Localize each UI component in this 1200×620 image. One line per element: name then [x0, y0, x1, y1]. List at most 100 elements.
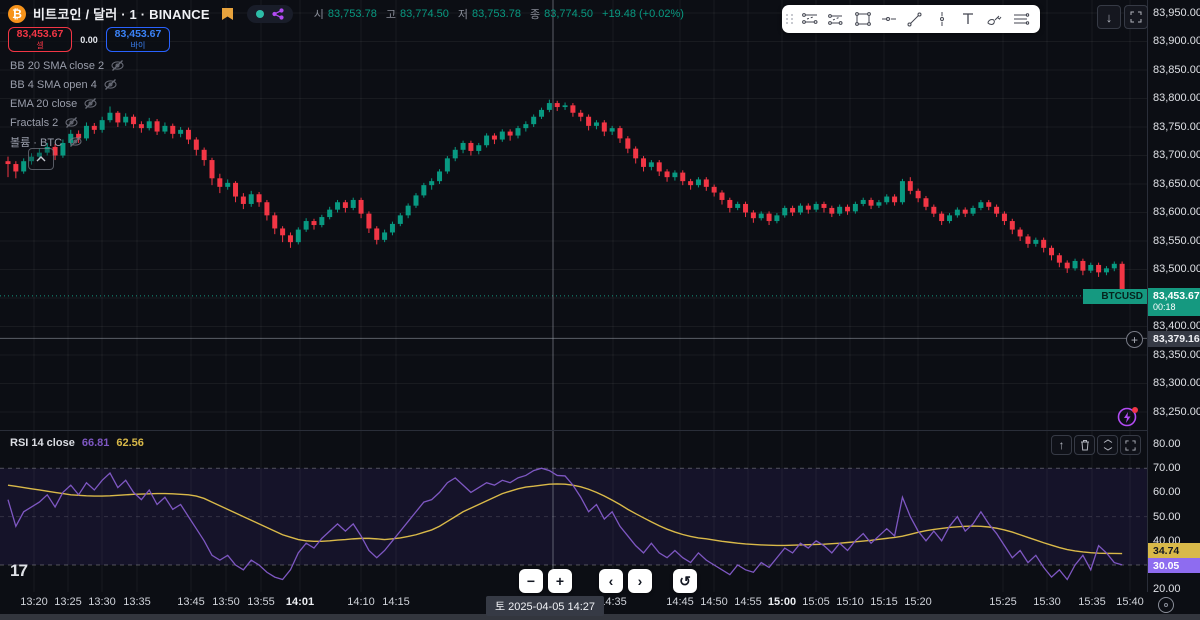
- time-axis-label: 15:40: [1116, 596, 1144, 608]
- add-alert-plus-icon[interactable]: +: [1126, 331, 1143, 348]
- main-candlestick-chart[interactable]: [0, 0, 1147, 430]
- time-axis-label: 14:45: [666, 596, 694, 608]
- maximize-icon: [1125, 440, 1136, 451]
- eye-hidden-icon[interactable]: [64, 116, 79, 129]
- symbol-header: ₿ 비트코인 / 달러 · 1 · BINANCE 시 83,753.78 고 …: [8, 4, 684, 23]
- rsi-legend[interactable]: RSI 14 close 66.81 62.56: [10, 437, 144, 449]
- download-icon: ↓: [1106, 10, 1113, 25]
- rsi-axis-label: 60.00: [1148, 486, 1200, 498]
- pane-delete-button[interactable]: [1074, 435, 1095, 455]
- buy-button[interactable]: 83,453.67 바이: [106, 27, 170, 52]
- trading-chart-window: ₿ 비트코인 / 달러 · 1 · BINANCE 시 83,753.78 고 …: [0, 0, 1200, 620]
- time-axis-label: 15:10: [836, 596, 864, 608]
- time-axis-label: 14:50: [700, 596, 728, 608]
- price-axis-label: 83,550.00: [1148, 235, 1200, 247]
- tradingview-logo[interactable]: 17: [10, 561, 27, 581]
- close-label: 종: [530, 6, 540, 22]
- price-axis[interactable]: 83,453.67 00:18 83,379.16 34.74 30.05 83…: [1148, 0, 1200, 592]
- sell-price: 83,453.67: [17, 29, 64, 40]
- high-value: 83,774.50: [400, 8, 449, 20]
- indicator-label: BB 4 SMA open 4: [10, 79, 97, 91]
- toolbar-drag-handle[interactable]: [786, 14, 794, 24]
- open-label: 시: [314, 6, 324, 22]
- crosshair-price-tag: 83,379.16: [1148, 331, 1200, 347]
- forecast-tool-icon[interactable]: [823, 7, 849, 31]
- pane-maximize-button[interactable]: [1120, 435, 1141, 455]
- eye-hidden-icon[interactable]: [68, 135, 83, 148]
- rectangle-tool-icon[interactable]: [850, 7, 876, 31]
- eye-hidden-icon[interactable]: [110, 59, 125, 72]
- ohlc-row: 시 83,753.78 고 83,774.50 저 83,753.78 종 83…: [314, 6, 684, 22]
- fullscreen-icon: [1130, 11, 1142, 23]
- connection-dot-icon: [256, 10, 264, 18]
- rsi-axis-label: 70.00: [1148, 462, 1200, 474]
- price-axis-label: 83,300.00: [1148, 377, 1200, 389]
- zoom-in-button[interactable]: +: [548, 569, 572, 593]
- low-value: 83,753.78: [472, 8, 521, 20]
- time-axis-label: 15:20: [904, 596, 932, 608]
- legend-collapse-button[interactable]: [28, 148, 54, 170]
- trade-panel: 83,453.67 셀 0.00 83,453.67 바이: [8, 27, 170, 52]
- time-axis-label: 14:01: [286, 596, 314, 608]
- buy-label: 바이: [131, 42, 146, 50]
- rsi-axis-tag: 30.05: [1148, 558, 1200, 573]
- crosshair-time-tooltip: 토 2025-04-05 14:27: [486, 596, 604, 616]
- price-line-symbol-label: BTCUSD: [1083, 289, 1147, 304]
- price-axis-label: 83,600.00: [1148, 206, 1200, 218]
- time-axis-label: 15:35: [1078, 596, 1106, 608]
- download-button[interactable]: ↓: [1097, 5, 1121, 29]
- time-axis-label: 15:15: [870, 596, 898, 608]
- high-label: 고: [386, 6, 396, 22]
- indicator-label: BB 20 SMA close 2: [10, 60, 104, 72]
- price-axis-label: 83,850.00: [1148, 64, 1200, 76]
- sell-button[interactable]: 83,453.67 셀: [8, 27, 72, 52]
- rsi-axis-label: 50.00: [1148, 511, 1200, 523]
- eye-hidden-icon[interactable]: [83, 97, 98, 110]
- time-axis-label: 14:10: [347, 596, 375, 608]
- scroll-left-button[interactable]: ‹: [599, 569, 623, 593]
- indicator-row[interactable]: EMA 20 close: [10, 94, 125, 113]
- pane-separator[interactable]: [0, 430, 1147, 431]
- indicator-row[interactable]: BB 4 SMA open 4: [10, 75, 125, 94]
- lightning-icon: [1116, 404, 1140, 428]
- time-axis-label: 15:25: [989, 596, 1017, 608]
- horizontal-line-tool-icon[interactable]: [876, 7, 902, 31]
- chart-navigation: − + ‹ › ↺: [519, 569, 697, 593]
- brush-tool-icon[interactable]: [981, 7, 1007, 31]
- chart-area[interactable]: [0, 0, 1147, 592]
- scroll-right-button[interactable]: ›: [628, 569, 652, 593]
- reset-chart-button[interactable]: ↺: [673, 569, 697, 593]
- flag-icon[interactable]: [221, 7, 234, 21]
- status-pill[interactable]: [247, 5, 293, 23]
- rsi-indicator-chart[interactable]: [0, 430, 1147, 592]
- zoom-out-button[interactable]: −: [519, 569, 543, 593]
- current-price-tag: 83,453.67 00:18: [1148, 288, 1200, 316]
- bars-pattern-tool-icon[interactable]: [797, 7, 823, 31]
- share-icon[interactable]: [272, 8, 284, 20]
- trend-line-tool-icon[interactable]: [902, 7, 928, 31]
- indicator-legend: BB 20 SMA close 2 BB 4 SMA open 4 EMA 20 c…: [10, 56, 125, 151]
- price-axis-label: 83,250.00: [1148, 406, 1200, 418]
- instant-order-lightning-button[interactable]: [1116, 404, 1140, 428]
- time-axis-label: 14:55: [734, 596, 762, 608]
- indicator-row[interactable]: 볼륨 · BTC: [10, 132, 125, 151]
- time-axis-label: 13:45: [177, 596, 205, 608]
- indicator-row[interactable]: BB 20 SMA close 2: [10, 56, 125, 75]
- parallel-channel-tool-icon[interactable]: [1008, 7, 1034, 31]
- crosshair-target-icon[interactable]: [1158, 597, 1174, 613]
- indicator-row[interactable]: Fractals 2: [10, 113, 125, 132]
- text-tool-icon[interactable]: [955, 7, 981, 31]
- pane-collapse-button[interactable]: [1097, 435, 1118, 455]
- drawing-toolbar: [782, 5, 1040, 33]
- time-axis-label: 13:55: [247, 596, 275, 608]
- rsi-value: 66.81: [82, 437, 110, 449]
- price-axis-label: 83,950.00: [1148, 7, 1200, 19]
- vertical-line-tool-icon[interactable]: [929, 7, 955, 31]
- time-axis-label: 13:25: [54, 596, 82, 608]
- pane-move-up-button[interactable]: ↑: [1051, 435, 1072, 455]
- fullscreen-button[interactable]: [1124, 5, 1148, 29]
- eye-hidden-icon[interactable]: [103, 78, 118, 91]
- sell-label: 셀: [36, 42, 43, 50]
- time-axis-label: 14:15: [382, 596, 410, 608]
- symbol-title[interactable]: 비트코인 / 달러 · 1 · BINANCE: [33, 4, 210, 23]
